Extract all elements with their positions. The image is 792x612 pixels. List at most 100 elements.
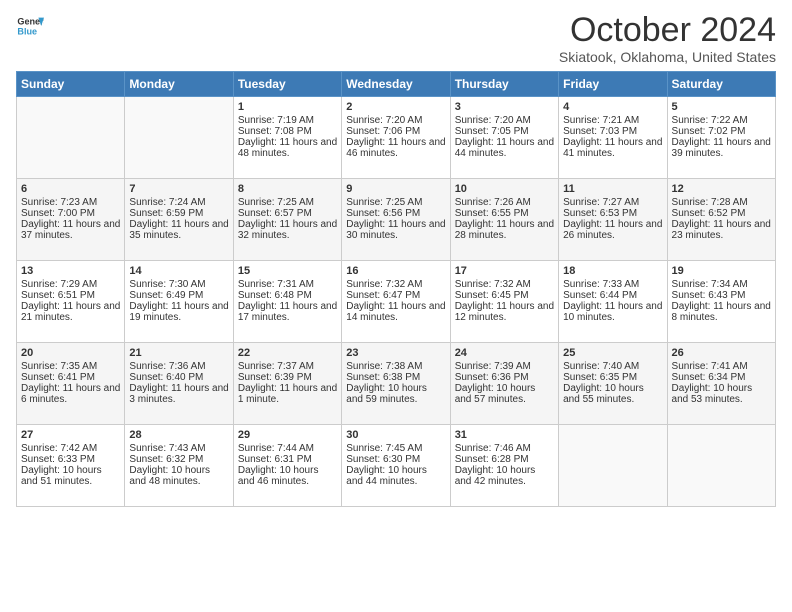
calendar-table: SundayMondayTuesdayWednesdayThursdayFrid… (16, 71, 776, 507)
calendar-cell: 23Sunrise: 7:38 AMSunset: 6:38 PMDayligh… (342, 343, 450, 425)
calendar-cell (667, 425, 775, 507)
day-number: 17 (455, 265, 554, 277)
daylight-text: Daylight: 11 hours and 17 minutes. (238, 301, 337, 323)
sunrise-text: Sunrise: 7:21 AM (563, 115, 662, 126)
calendar-cell: 8Sunrise: 7:25 AMSunset: 6:57 PMDaylight… (233, 179, 341, 261)
sunrise-text: Sunrise: 7:45 AM (346, 443, 445, 454)
daylight-text: Daylight: 11 hours and 32 minutes. (238, 219, 337, 241)
day-number: 28 (129, 429, 228, 441)
sunrise-text: Sunrise: 7:40 AM (563, 361, 662, 372)
col-header-tuesday: Tuesday (233, 72, 341, 97)
daylight-text: Daylight: 11 hours and 10 minutes. (563, 301, 662, 323)
sunrise-text: Sunrise: 7:32 AM (346, 279, 445, 290)
daylight-text: Daylight: 10 hours and 57 minutes. (455, 383, 554, 405)
sunset-text: Sunset: 6:57 PM (238, 208, 337, 219)
calendar-cell: 11Sunrise: 7:27 AMSunset: 6:53 PMDayligh… (559, 179, 667, 261)
calendar-cell: 22Sunrise: 7:37 AMSunset: 6:39 PMDayligh… (233, 343, 341, 425)
calendar-cell: 13Sunrise: 7:29 AMSunset: 6:51 PMDayligh… (17, 261, 125, 343)
sunset-text: Sunset: 6:28 PM (455, 454, 554, 465)
daylight-text: Daylight: 11 hours and 21 minutes. (21, 301, 120, 323)
day-number: 24 (455, 347, 554, 359)
calendar-cell: 10Sunrise: 7:26 AMSunset: 6:55 PMDayligh… (450, 179, 558, 261)
calendar-cell: 30Sunrise: 7:45 AMSunset: 6:30 PMDayligh… (342, 425, 450, 507)
title-block: October 2024 Skiatook, Oklahoma, United … (559, 12, 776, 65)
day-number: 2 (346, 101, 445, 113)
sunrise-text: Sunrise: 7:20 AM (346, 115, 445, 126)
sunrise-text: Sunrise: 7:25 AM (346, 197, 445, 208)
sunrise-text: Sunrise: 7:36 AM (129, 361, 228, 372)
week-row-3: 13Sunrise: 7:29 AMSunset: 6:51 PMDayligh… (17, 261, 776, 343)
sunset-text: Sunset: 6:32 PM (129, 454, 228, 465)
sunset-text: Sunset: 6:39 PM (238, 372, 337, 383)
sunset-text: Sunset: 6:47 PM (346, 290, 445, 301)
sunset-text: Sunset: 6:53 PM (563, 208, 662, 219)
sunrise-text: Sunrise: 7:43 AM (129, 443, 228, 454)
day-number: 11 (563, 183, 662, 195)
calendar-cell: 29Sunrise: 7:44 AMSunset: 6:31 PMDayligh… (233, 425, 341, 507)
day-number: 9 (346, 183, 445, 195)
sunset-text: Sunset: 6:55 PM (455, 208, 554, 219)
day-number: 25 (563, 347, 662, 359)
calendar-cell: 14Sunrise: 7:30 AMSunset: 6:49 PMDayligh… (125, 261, 233, 343)
day-number: 10 (455, 183, 554, 195)
week-row-4: 20Sunrise: 7:35 AMSunset: 6:41 PMDayligh… (17, 343, 776, 425)
daylight-text: Daylight: 11 hours and 1 minute. (238, 383, 337, 405)
calendar-cell: 20Sunrise: 7:35 AMSunset: 6:41 PMDayligh… (17, 343, 125, 425)
daylight-text: Daylight: 10 hours and 53 minutes. (672, 383, 771, 405)
day-number: 18 (563, 265, 662, 277)
day-number: 6 (21, 183, 120, 195)
col-header-saturday: Saturday (667, 72, 775, 97)
sunset-text: Sunset: 6:44 PM (563, 290, 662, 301)
sunrise-text: Sunrise: 7:32 AM (455, 279, 554, 290)
daylight-text: Daylight: 11 hours and 41 minutes. (563, 137, 662, 159)
calendar-cell: 3Sunrise: 7:20 AMSunset: 7:05 PMDaylight… (450, 97, 558, 179)
logo-icon: General Blue (16, 12, 44, 40)
col-header-friday: Friday (559, 72, 667, 97)
daylight-text: Daylight: 11 hours and 19 minutes. (129, 301, 228, 323)
sunrise-text: Sunrise: 7:23 AM (21, 197, 120, 208)
day-number: 29 (238, 429, 337, 441)
day-number: 5 (672, 101, 771, 113)
sunset-text: Sunset: 6:52 PM (672, 208, 771, 219)
daylight-text: Daylight: 10 hours and 51 minutes. (21, 465, 120, 487)
daylight-text: Daylight: 10 hours and 48 minutes. (129, 465, 228, 487)
day-number: 31 (455, 429, 554, 441)
day-number: 13 (21, 265, 120, 277)
daylight-text: Daylight: 10 hours and 59 minutes. (346, 383, 445, 405)
calendar-cell: 12Sunrise: 7:28 AMSunset: 6:52 PMDayligh… (667, 179, 775, 261)
day-number: 16 (346, 265, 445, 277)
sunset-text: Sunset: 6:33 PM (21, 454, 120, 465)
daylight-text: Daylight: 11 hours and 8 minutes. (672, 301, 771, 323)
daylight-text: Daylight: 11 hours and 39 minutes. (672, 137, 771, 159)
sunset-text: Sunset: 6:40 PM (129, 372, 228, 383)
sunrise-text: Sunrise: 7:30 AM (129, 279, 228, 290)
sunrise-text: Sunrise: 7:37 AM (238, 361, 337, 372)
month-title: October 2024 (559, 12, 776, 49)
daylight-text: Daylight: 11 hours and 26 minutes. (563, 219, 662, 241)
sunset-text: Sunset: 6:31 PM (238, 454, 337, 465)
day-number: 3 (455, 101, 554, 113)
week-row-1: 1Sunrise: 7:19 AMSunset: 7:08 PMDaylight… (17, 97, 776, 179)
day-number: 8 (238, 183, 337, 195)
location: Skiatook, Oklahoma, United States (559, 49, 776, 65)
sunrise-text: Sunrise: 7:20 AM (455, 115, 554, 126)
calendar-cell: 7Sunrise: 7:24 AMSunset: 6:59 PMDaylight… (125, 179, 233, 261)
sunrise-text: Sunrise: 7:31 AM (238, 279, 337, 290)
daylight-text: Daylight: 10 hours and 44 minutes. (346, 465, 445, 487)
sunset-text: Sunset: 6:48 PM (238, 290, 337, 301)
header-row: General Blue October 2024 Skiatook, Okla… (16, 12, 776, 65)
calendar-cell: 5Sunrise: 7:22 AMSunset: 7:02 PMDaylight… (667, 97, 775, 179)
col-header-sunday: Sunday (17, 72, 125, 97)
sunset-text: Sunset: 6:35 PM (563, 372, 662, 383)
sunset-text: Sunset: 6:30 PM (346, 454, 445, 465)
calendar-cell: 21Sunrise: 7:36 AMSunset: 6:40 PMDayligh… (125, 343, 233, 425)
sunrise-text: Sunrise: 7:41 AM (672, 361, 771, 372)
sunrise-text: Sunrise: 7:33 AM (563, 279, 662, 290)
sunrise-text: Sunrise: 7:35 AM (21, 361, 120, 372)
calendar-cell: 4Sunrise: 7:21 AMSunset: 7:03 PMDaylight… (559, 97, 667, 179)
day-number: 20 (21, 347, 120, 359)
sunset-text: Sunset: 7:06 PM (346, 126, 445, 137)
week-row-2: 6Sunrise: 7:23 AMSunset: 7:00 PMDaylight… (17, 179, 776, 261)
calendar-cell: 28 Sunrise: 7:43 AMSunset: 6:32 PMDayligh… (125, 425, 233, 507)
sunset-text: Sunset: 6:43 PM (672, 290, 771, 301)
